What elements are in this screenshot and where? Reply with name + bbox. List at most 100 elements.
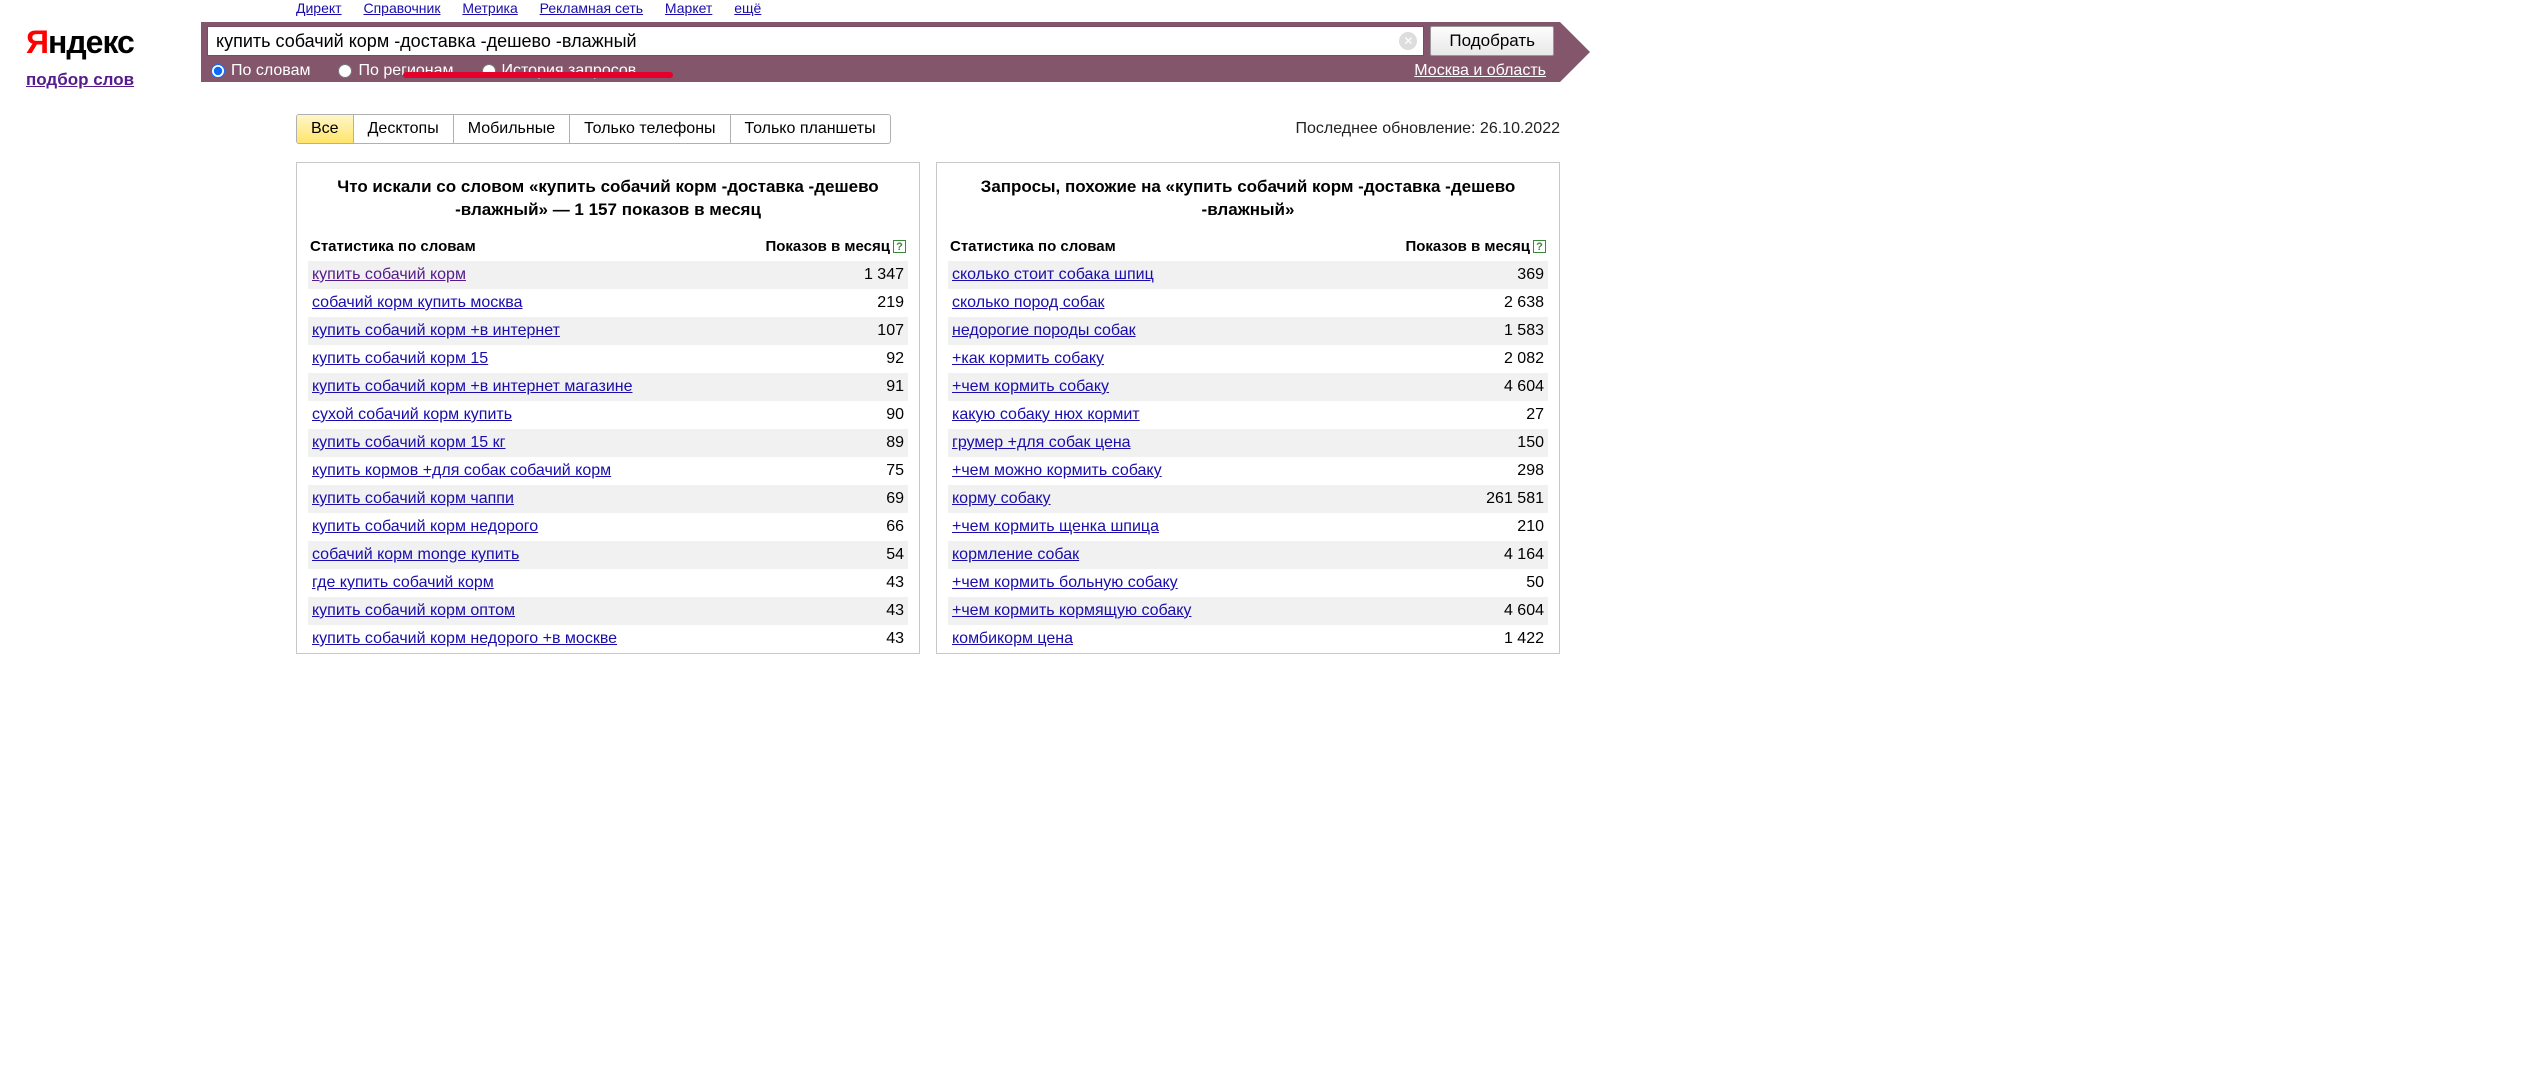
query-link[interactable]: комбикорм цена xyxy=(952,630,1073,648)
show-count: 92 xyxy=(876,350,904,368)
show-count: 43 xyxy=(876,574,904,592)
show-count: 107 xyxy=(867,322,904,340)
table-row: кормление собак 4 164 xyxy=(948,541,1548,569)
query-link[interactable]: сухой собачий корм купить xyxy=(312,406,512,424)
query-link[interactable]: купить собачий корм +в интернет xyxy=(312,322,560,340)
tab-desktops[interactable]: Десктопы xyxy=(354,115,454,143)
table-row: сколько пород собак 2 638 xyxy=(948,289,1548,317)
query-link[interactable]: какую собаку нюх кормит xyxy=(952,406,1140,424)
table-row: купить собачий корм 15 92 xyxy=(308,345,908,373)
red-underline-annotation xyxy=(403,72,673,78)
table-row: +как кормить собаку 2 082 xyxy=(948,345,1548,373)
query-link[interactable]: сколько стоит собака шпиц xyxy=(952,266,1154,284)
show-count: 1 583 xyxy=(1494,322,1544,340)
region-link[interactable]: Москва и область xyxy=(1414,62,1546,80)
radio-by-words[interactable]: По словам xyxy=(211,62,310,80)
table-row: купить собачий корм1 347 xyxy=(308,261,908,289)
show-count: 2 638 xyxy=(1494,294,1544,312)
right-panel-title: Запросы, похожие на «купить собачий корм… xyxy=(948,174,1548,234)
query-link[interactable]: купить кормов +для собак собачий корм xyxy=(312,462,611,480)
table-row: купить собачий корм +в интернет магазине… xyxy=(308,373,908,401)
query-link[interactable]: собачий корм купить москва xyxy=(312,294,523,312)
query-link[interactable]: недорогие породы собак xyxy=(952,322,1136,340)
tab-tablets[interactable]: Только планшеты xyxy=(731,115,890,143)
table-row: +чем можно кормить собаку 298 xyxy=(948,457,1548,485)
query-link[interactable]: +чем кормить кормящую собаку xyxy=(952,602,1191,620)
device-tabs: Все Десктопы Мобильные Только телефоны Т… xyxy=(296,114,891,144)
show-count: 69 xyxy=(876,490,904,508)
table-row: комбикорм цена 1 422 xyxy=(948,625,1548,653)
show-count: 150 xyxy=(1507,434,1544,452)
tab-phones[interactable]: Только телефоны xyxy=(570,115,730,143)
table-row: купить собачий корм недорого +в москве 43 xyxy=(308,625,908,653)
query-link[interactable]: собачий корм monge купить xyxy=(312,546,519,564)
show-count: 27 xyxy=(1516,406,1544,424)
query-link[interactable]: купить собачий корм xyxy=(312,266,466,284)
query-link[interactable]: +чем кормить собаку xyxy=(952,378,1109,396)
show-count: 43 xyxy=(876,602,904,620)
table-row: купить собачий корм недорого66 xyxy=(308,513,908,541)
table-row: недорогие породы собак 1 583 xyxy=(948,317,1548,345)
nav-link[interactable]: Директ xyxy=(296,0,342,16)
table-row: собачий корм monge купить 54 xyxy=(308,541,908,569)
last-update-label: Последнее обновление: 26.10.2022 xyxy=(1296,120,1561,138)
table-row: купить собачий корм оптом 43 xyxy=(308,597,908,625)
table-row: сухой собачий корм купить 90 xyxy=(308,401,908,429)
show-count: 90 xyxy=(876,406,904,424)
query-link[interactable]: кормление собак xyxy=(952,546,1079,564)
search-input-wrapper: ✕ xyxy=(207,26,1424,56)
table-row: +чем кормить щенка шпица210 xyxy=(948,513,1548,541)
query-link[interactable]: +чем кормить больную собаку xyxy=(952,574,1178,592)
submit-button[interactable]: Подобрать xyxy=(1430,26,1554,56)
nav-link[interactable]: Справочник xyxy=(363,0,440,16)
query-link[interactable]: +чем можно кормить собаку xyxy=(952,462,1162,480)
query-link[interactable]: корму собаку xyxy=(952,490,1051,508)
show-count: 298 xyxy=(1507,462,1544,480)
nav-link[interactable]: Маркет xyxy=(665,0,712,16)
radio-by-words-input[interactable] xyxy=(211,64,225,78)
help-icon[interactable]: ? xyxy=(1533,240,1546,253)
radio-by-regions-input[interactable] xyxy=(338,64,352,78)
query-link[interactable]: купить собачий корм 15 кг xyxy=(312,434,505,452)
table-row: купить кормов +для собак собачий корм75 xyxy=(308,457,908,485)
query-link[interactable]: купить собачий корм +в интернет магазине xyxy=(312,378,632,396)
query-link[interactable]: где купить собачий корм xyxy=(312,574,494,592)
show-count: 1 422 xyxy=(1494,630,1544,648)
nav-link[interactable]: Рекламная сеть xyxy=(540,0,643,16)
show-count: 50 xyxy=(1516,574,1544,592)
table-row: купить собачий корм чаппи 69 xyxy=(308,485,908,513)
col-header-words: Статистика по словам xyxy=(950,238,1116,255)
show-count: 4 164 xyxy=(1494,546,1544,564)
query-link[interactable]: грумер +для собак цена xyxy=(952,434,1131,452)
query-link[interactable]: +чем кормить щенка шпица xyxy=(952,518,1159,536)
nav-link[interactable]: Метрика xyxy=(462,0,517,16)
search-input[interactable] xyxy=(216,31,1393,52)
table-row: грумер +для собак цена 150 xyxy=(948,429,1548,457)
show-count: 2 082 xyxy=(1494,350,1544,368)
yandex-logo[interactable]: Яндекс xyxy=(26,26,201,58)
show-count: 4 604 xyxy=(1494,378,1544,396)
tab-mobile[interactable]: Мобильные xyxy=(454,115,570,143)
col-header-words: Статистика по словам xyxy=(310,238,476,255)
query-link[interactable]: купить собачий корм оптом xyxy=(312,602,515,620)
query-link[interactable]: купить собачий корм недорого xyxy=(312,518,538,536)
help-icon[interactable]: ? xyxy=(893,240,906,253)
left-panel: Что искали со словом «купить собачий кор… xyxy=(296,162,920,654)
clear-icon[interactable]: ✕ xyxy=(1399,32,1417,50)
query-link[interactable]: купить собачий корм недорого +в москве xyxy=(312,630,617,648)
query-link[interactable]: сколько пород собак xyxy=(952,294,1104,312)
show-count: 89 xyxy=(876,434,904,452)
tab-all[interactable]: Все xyxy=(297,115,354,143)
table-row: собачий корм купить москва219 xyxy=(308,289,908,317)
show-count: 91 xyxy=(876,378,904,396)
wordstat-link[interactable]: подбор слов xyxy=(26,70,134,89)
show-count: 54 xyxy=(876,546,904,564)
show-count: 43 xyxy=(876,630,904,648)
table-row: корму собаку 261 581 xyxy=(948,485,1548,513)
show-count: 261 581 xyxy=(1476,490,1544,508)
nav-link[interactable]: ещё xyxy=(734,0,761,16)
query-link[interactable]: купить собачий корм чаппи xyxy=(312,490,514,508)
query-link[interactable]: +как кормить собаку xyxy=(952,350,1104,368)
query-link[interactable]: купить собачий корм 15 xyxy=(312,350,488,368)
table-row: купить собачий корм +в интернет 107 xyxy=(308,317,908,345)
